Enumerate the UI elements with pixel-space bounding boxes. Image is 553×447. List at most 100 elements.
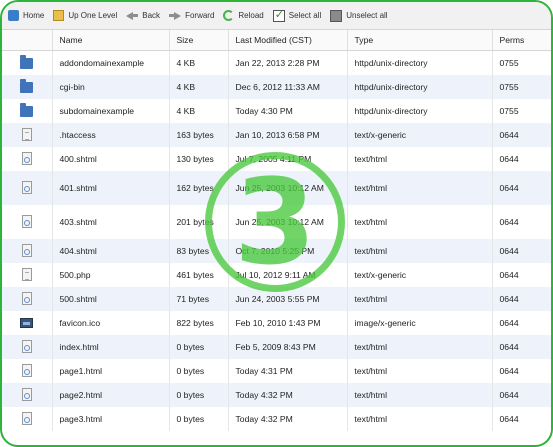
file-name-cell[interactable]: 500.php <box>52 262 170 287</box>
file-perms-cell[interactable]: 0644 <box>492 406 551 431</box>
file-type-cell: image/x-generic <box>347 310 493 335</box>
html-file-icon <box>21 340 32 354</box>
file-perms-cell[interactable]: 0755 <box>492 74 551 99</box>
file-icon-cell[interactable] <box>2 382 53 407</box>
icon-column-header <box>2 30 53 51</box>
table-row[interactable]: subdomainexample 4 KB Today 4:30 PM httpd/u… <box>2 98 551 123</box>
file-perms-cell[interactable]: 0644 <box>492 146 551 171</box>
file-perms-cell[interactable]: 0644 <box>492 204 551 239</box>
file-icon-cell[interactable] <box>2 50 53 75</box>
file-perms-cell[interactable]: 0644 <box>492 238 551 263</box>
table-row[interactable]: .htaccess 163 bytes Jan 10, 2013 6:58 PM te… <box>2 122 551 147</box>
file-icon-cell[interactable] <box>2 146 53 171</box>
html-file-icon <box>21 388 32 402</box>
file-name-cell[interactable]: 400.shtml <box>52 146 170 171</box>
file-perms-cell[interactable]: 0644 <box>492 262 551 287</box>
file-icon-cell[interactable] <box>2 238 53 263</box>
table-row[interactable]: 404.shtml 83 bytes Oct 7, 2010 5:25 PM text… <box>2 238 551 263</box>
file-size-cell: 461 bytes <box>169 262 229 287</box>
file-size-cell: 0 bytes <box>169 334 229 359</box>
type-column-header[interactable]: Type <box>347 30 493 51</box>
file-name-cell[interactable]: 403.shtml <box>52 204 170 239</box>
home-label: Home <box>23 11 45 20</box>
file-name-cell[interactable]: addondomainexample <box>52 50 170 75</box>
home-button[interactable]: Home <box>8 10 44 21</box>
file-perms-cell[interactable]: 0644 <box>492 334 551 359</box>
file-icon-cell[interactable] <box>2 334 53 359</box>
unselect-all-label: Unselect all <box>346 11 388 20</box>
file-name-cell[interactable]: page2.html <box>52 382 170 407</box>
perms-column-header[interactable]: Perms <box>492 30 551 51</box>
forward-arrow-icon <box>169 10 182 21</box>
select-all-button[interactable]: Select all <box>272 8 321 22</box>
modified-column-header[interactable]: Last Modified (CST) <box>228 30 348 51</box>
file-size-cell: 0 bytes <box>169 382 229 407</box>
table-row[interactable]: cgi-bin 4 KB Dec 6, 2012 11:33 AM httpd/uni… <box>2 74 551 99</box>
file-name-cell[interactable]: 401.shtml <box>52 170 170 205</box>
file-perms-cell[interactable]: 0755 <box>492 98 551 123</box>
html-file-icon <box>21 412 32 426</box>
unselect-all-button[interactable]: Unselect all <box>330 9 388 22</box>
forward-label: Forward <box>185 11 215 20</box>
file-name-cell[interactable]: index.html <box>52 334 170 359</box>
file-icon-cell[interactable] <box>2 286 53 311</box>
file-name-cell[interactable]: 500.shtml <box>52 286 170 311</box>
html-file-icon <box>21 215 32 229</box>
table-row[interactable]: addondomainexample 4 KB Jan 22, 2013 2:28 … <box>2 50 551 75</box>
folder-icon <box>20 78 34 93</box>
file-name-cell[interactable]: favicon.ico <box>52 310 170 335</box>
file-type-cell: text/html <box>347 334 493 359</box>
table-row[interactable]: page1.html 0 bytes Today 4:31 PM text/html 0… <box>2 358 551 383</box>
table-row[interactable]: favicon.ico 822 bytes Feb 10, 2010 1:43 PM… <box>2 310 551 335</box>
file-icon-cell[interactable] <box>2 122 53 147</box>
file-type-cell: text/html <box>347 358 493 383</box>
size-column-header[interactable]: Size <box>169 30 229 51</box>
file-perms-cell[interactable]: 0644 <box>492 382 551 407</box>
file-size-cell: 4 KB <box>169 74 229 99</box>
file-name-cell[interactable]: cgi-bin <box>52 74 170 99</box>
folder-icon <box>20 54 34 69</box>
table-row[interactable]: 500.shtml 71 bytes Jun 24, 2003 5:55 PM tex… <box>2 286 551 311</box>
table-row[interactable]: 400.shtml 130 bytes Jul 7, 2005 4:11 PM tex… <box>2 146 551 171</box>
file-size-cell: 201 bytes <box>169 204 229 239</box>
table-row[interactable]: 401.shtml 162 bytes Jun 25, 2003 10:12 AM t… <box>2 170 551 205</box>
file-type-cell: text/html <box>347 204 493 239</box>
file-icon-cell[interactable] <box>2 406 53 431</box>
table-row[interactable]: 500.php 461 bytes Jul 10, 2012 9:11 AM text… <box>2 262 551 287</box>
html-file-icon <box>21 292 32 306</box>
file-icon-cell[interactable] <box>2 310 53 335</box>
up-one-level-button[interactable]: Up One Level <box>53 10 117 21</box>
file-perms-cell[interactable]: 0644 <box>492 170 551 205</box>
generic-file-icon <box>21 268 32 282</box>
file-name-cell[interactable]: subdomainexample <box>52 98 170 123</box>
file-size-cell: 0 bytes <box>169 358 229 383</box>
file-icon-cell[interactable] <box>2 358 53 383</box>
table-row[interactable]: page2.html 0 bytes Today 4:32 PM text/html 0… <box>2 382 551 407</box>
up-label: Up One Level <box>68 11 118 20</box>
file-name-cell[interactable]: page1.html <box>52 358 170 383</box>
reload-button[interactable]: Reload <box>223 10 264 21</box>
file-name-cell[interactable]: .htaccess <box>52 122 170 147</box>
file-icon-cell[interactable] <box>2 74 53 99</box>
file-name-cell[interactable]: page3.html <box>52 406 170 431</box>
table-row[interactable]: 403.shtml 201 bytes Jun 25, 2003 10:12 AM t… <box>2 204 551 239</box>
file-icon-cell[interactable] <box>2 204 53 239</box>
table-row[interactable]: index.html 0 bytes Feb 5, 2009 8:43 PM text… <box>2 334 551 359</box>
file-name-cell[interactable]: 404.shtml <box>52 238 170 263</box>
name-column-header[interactable]: Name <box>52 30 170 51</box>
reload-label: Reload <box>238 11 264 20</box>
file-perms-cell[interactable]: 0644 <box>492 286 551 311</box>
forward-button[interactable]: Forward <box>169 10 214 21</box>
file-icon-cell[interactable] <box>2 98 53 123</box>
file-perms-cell[interactable]: 0644 <box>492 122 551 147</box>
file-icon-cell[interactable] <box>2 170 53 205</box>
file-perms-cell[interactable]: 0644 <box>492 310 551 335</box>
back-button[interactable]: Back <box>126 10 160 21</box>
file-modified-cell: Today 4:30 PM <box>228 98 348 123</box>
file-icon-cell[interactable] <box>2 262 53 287</box>
file-perms-cell[interactable]: 0755 <box>492 50 551 75</box>
file-modified-cell: Jun 25, 2003 10:12 AM <box>228 204 348 239</box>
table-row[interactable]: page3.html 0 bytes Today 4:32 PM text/html 0… <box>2 406 551 431</box>
folder-icon <box>20 102 34 117</box>
file-perms-cell[interactable]: 0644 <box>492 358 551 383</box>
